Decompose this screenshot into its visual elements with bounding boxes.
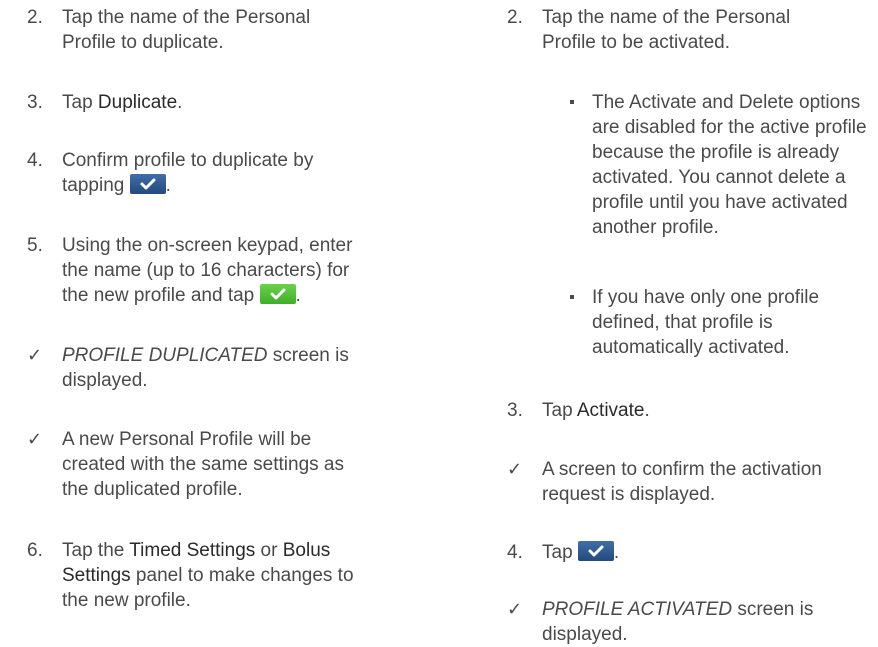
step-text-line: Profile to be activated.: [542, 32, 730, 53]
bullet-text-line: because the profile is already: [592, 142, 840, 163]
checkmark-icon: ✓: [27, 429, 43, 449]
step-text-line: displayed.: [62, 370, 148, 391]
activate-label: Activate: [576, 400, 645, 421]
step-number: 3.: [507, 400, 523, 421]
step-number: 6.: [27, 540, 43, 561]
step-text-line: A screen to confirm the activation: [542, 459, 822, 480]
step-text-line: request is displayed.: [542, 484, 716, 505]
screen-name: PROFILE ACTIVATED: [542, 599, 733, 620]
bolus-label: Bolus: [282, 540, 331, 561]
checkmark-icon: ✓: [507, 459, 523, 479]
duplicate-label: Duplicate: [97, 92, 178, 113]
timed-settings-label: Timed Settings: [129, 540, 256, 561]
step-text: or: [255, 540, 283, 561]
step-text-line: Confirm profile to duplicate by: [62, 150, 314, 171]
check-button-blue-icon: [577, 541, 614, 561]
bullet-text-line: profile until you have activated: [592, 192, 848, 213]
punct: .: [613, 542, 620, 563]
step-number: 5.: [27, 235, 43, 256]
punct: .: [165, 175, 171, 196]
settings-label: Settings: [62, 565, 131, 586]
step-text: Tap: [542, 400, 577, 421]
punct: .: [295, 285, 301, 306]
punct: .: [644, 400, 650, 421]
step-text: screen is: [732, 599, 814, 620]
punct: .: [177, 92, 183, 113]
step-text: Tap: [62, 92, 98, 113]
checkmark-icon: ✓: [27, 345, 43, 365]
step-text-line: the new profile.: [62, 590, 191, 611]
bullet-icon: [570, 295, 574, 299]
step-text-line: Tap the name of the Personal: [62, 7, 311, 28]
step-text: panel to make changes to: [130, 565, 354, 586]
step-text-line: Tap the name of the Personal: [542, 7, 791, 28]
step-text: screen is: [267, 345, 349, 366]
bullet-text-line: If you have only one profile: [592, 287, 820, 308]
bullet-text-line: The Activate and Delete options: [592, 92, 861, 113]
bullet-icon: [570, 100, 574, 104]
step-number: 2.: [27, 7, 43, 28]
step-text-line: displayed.: [542, 624, 628, 645]
bullet-text-line: defined, that profile is: [592, 312, 773, 333]
step-text-line: the name (up to 16 characters) for: [62, 260, 350, 281]
step-text: Tap the: [62, 540, 130, 561]
screen-name: PROFILE DUPLICATED: [62, 345, 268, 366]
step-number: 2.: [507, 7, 523, 28]
step-text-line: the duplicated profile.: [62, 479, 243, 500]
checkmark-icon: ✓: [507, 599, 523, 619]
bullet-text-line: another profile.: [592, 217, 719, 238]
check-button-green-icon: [259, 284, 296, 304]
bullet-text-line: activated. You cannot delete a: [592, 167, 846, 188]
step-text-line: Profile to duplicate.: [62, 32, 224, 53]
step-text-line: created with the same settings as: [62, 454, 344, 475]
step-text-line: A new Personal Profile will be: [62, 429, 312, 450]
step-text: Tap: [542, 542, 578, 563]
check-button-blue-icon: [129, 174, 166, 194]
step-number: 4.: [507, 542, 523, 563]
step-number: 3.: [27, 92, 43, 113]
step-text-line: Using the on-screen keypad, enter: [62, 235, 353, 256]
bullet-text-line: are disabled for the active profile: [592, 117, 867, 138]
step-text: tapping: [62, 175, 130, 196]
bullet-text-line: automatically activated.: [592, 337, 790, 358]
step-text: the new profile and tap: [62, 285, 260, 306]
step-number: 4.: [27, 150, 43, 171]
